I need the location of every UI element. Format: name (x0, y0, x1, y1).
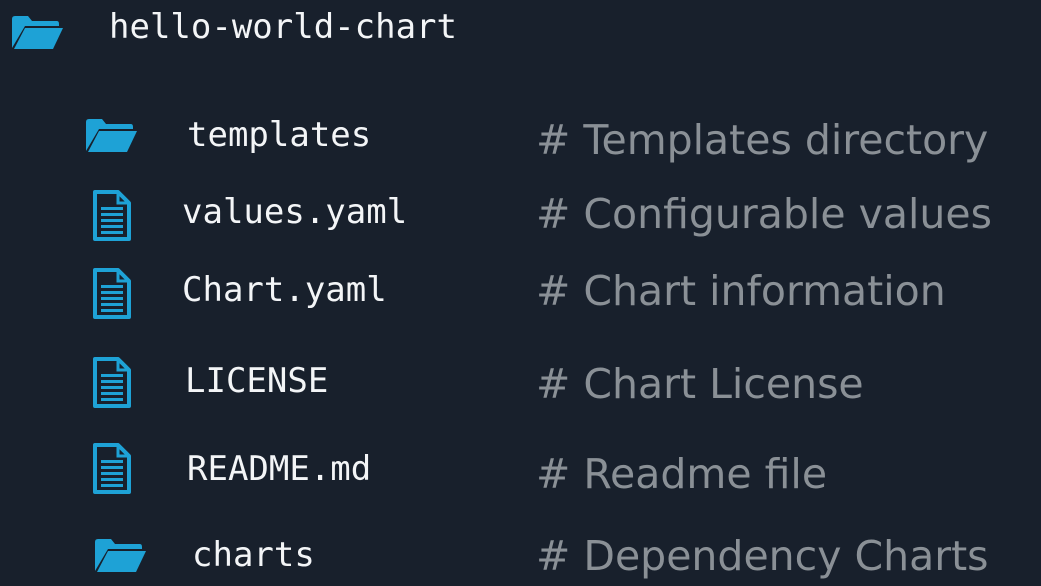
entry-name-charts[interactable]: charts (192, 538, 315, 572)
file-icon (92, 268, 132, 319)
entry-comment-readme-md: # Readme file (536, 450, 828, 498)
entry-comment-chart-yaml: # Chart information (536, 267, 946, 315)
entry-comment-charts: # Dependency Charts (536, 532, 989, 580)
file-icon (92, 190, 132, 241)
entry-name-readme-md[interactable]: README.md (187, 452, 371, 486)
folder-icon (93, 538, 147, 572)
entry-comment-values-yaml: # Configurable values (536, 190, 992, 238)
entry-comment-license: # Chart License (536, 360, 864, 408)
root-folder-name[interactable]: hello-world-chart (109, 10, 457, 44)
entry-name-values-yaml[interactable]: values.yaml (182, 195, 407, 229)
entry-name-license[interactable]: LICENSE (185, 364, 328, 398)
entry-name-templates[interactable]: templates (187, 118, 371, 152)
folder-icon (10, 15, 64, 49)
entry-name-chart-yaml[interactable]: Chart.yaml (182, 273, 387, 307)
folder-icon (84, 118, 138, 152)
file-icon (92, 443, 132, 494)
entry-comment-templates: # Templates directory (536, 116, 989, 164)
file-icon (92, 357, 132, 408)
